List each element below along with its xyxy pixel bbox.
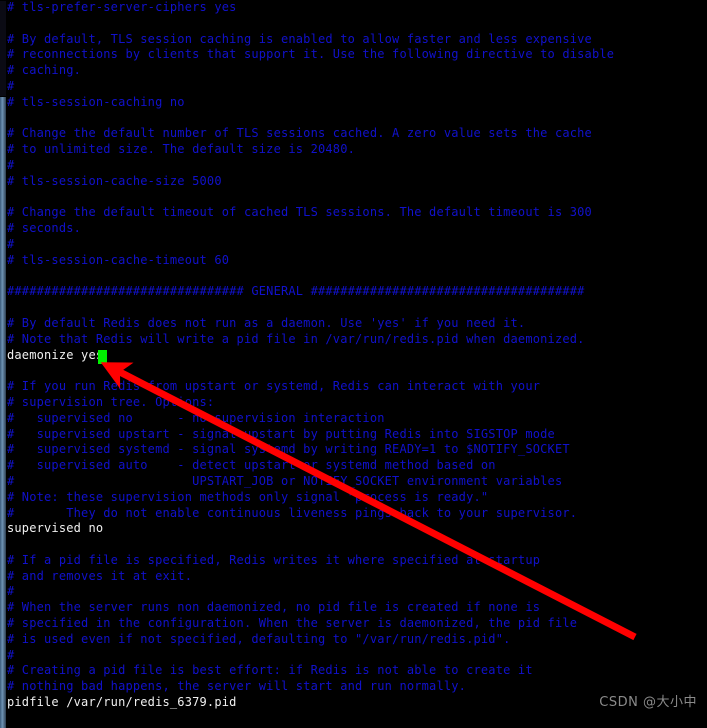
text-cursor bbox=[98, 349, 107, 364]
config-comment-line[interactable]: # They do not enable continuous liveness… bbox=[7, 506, 707, 522]
config-comment-line[interactable]: # tls-prefer-server-ciphers yes bbox=[7, 0, 707, 16]
config-file-text-area[interactable]: # tls-prefer-server-ciphers yes # By def… bbox=[7, 0, 707, 728]
vertical-scrollbar[interactable] bbox=[0, 0, 6, 728]
config-comment-line[interactable] bbox=[7, 363, 707, 379]
config-comment-line[interactable] bbox=[7, 269, 707, 285]
config-comment-line[interactable]: # bbox=[7, 648, 707, 664]
config-directive-line[interactable]: supervised no bbox=[7, 521, 707, 537]
config-comment-line[interactable]: # reconnections by clients that support … bbox=[7, 47, 707, 63]
config-comment-line[interactable] bbox=[7, 537, 707, 553]
config-comment-line[interactable] bbox=[7, 190, 707, 206]
config-comment-line[interactable]: # supervision tree. Options: bbox=[7, 395, 707, 411]
config-comment-line[interactable]: # tls-session-caching no bbox=[7, 95, 707, 111]
config-comment-line[interactable]: # bbox=[7, 79, 707, 95]
config-comment-line[interactable]: # Change the default number of TLS sessi… bbox=[7, 126, 707, 142]
scrollbar-thumb[interactable] bbox=[0, 0, 6, 97]
config-comment-line[interactable]: # If you run Redis from upstart or syste… bbox=[7, 379, 707, 395]
config-comment-line[interactable]: # supervised upstart - signal upstart by… bbox=[7, 427, 707, 443]
config-comment-line[interactable] bbox=[7, 300, 707, 316]
config-comment-line[interactable]: # By default, TLS session caching is ena… bbox=[7, 32, 707, 48]
config-comment-line[interactable]: # tls-session-cache-size 5000 bbox=[7, 174, 707, 190]
config-comment-line[interactable]: # bbox=[7, 237, 707, 253]
config-comment-line[interactable]: # Note: these supervision methods only s… bbox=[7, 490, 707, 506]
config-comment-line[interactable]: # bbox=[7, 584, 707, 600]
config-comment-line[interactable]: # Note that Redis will write a pid file … bbox=[7, 332, 707, 348]
config-directive-line[interactable]: daemonize yes bbox=[7, 348, 707, 364]
config-comment-line[interactable] bbox=[7, 111, 707, 127]
config-comment-line[interactable]: # to unlimited size. The default size is… bbox=[7, 142, 707, 158]
config-comment-line[interactable]: # seconds. bbox=[7, 221, 707, 237]
config-comment-line[interactable]: # bbox=[7, 158, 707, 174]
config-comment-line[interactable] bbox=[7, 16, 707, 32]
terminal-window: # tls-prefer-server-ciphers yes # By def… bbox=[0, 0, 707, 728]
config-comment-line[interactable]: # If a pid file is specified, Redis writ… bbox=[7, 553, 707, 569]
config-comment-line[interactable]: # supervised no - no supervision interac… bbox=[7, 411, 707, 427]
config-comment-line[interactable]: # specified in the configuration. When t… bbox=[7, 616, 707, 632]
config-comment-line[interactable]: # When the server runs non daemonized, n… bbox=[7, 600, 707, 616]
config-comment-line[interactable]: # supervised systemd - signal systemd by… bbox=[7, 442, 707, 458]
config-comment-line[interactable]: # supervised auto - detect upstart or sy… bbox=[7, 458, 707, 474]
config-comment-line[interactable]: # is used even if not specified, default… bbox=[7, 632, 707, 648]
config-comment-line[interactable]: # and removes it at exit. bbox=[7, 569, 707, 585]
config-comment-line[interactable]: # By default Redis does not run as a dae… bbox=[7, 316, 707, 332]
config-comment-line[interactable]: ################################ GENERAL… bbox=[7, 284, 707, 300]
config-comment-line[interactable]: # caching. bbox=[7, 63, 707, 79]
config-comment-line[interactable]: # UPSTART_JOB or NOTIFY_SOCKET environme… bbox=[7, 474, 707, 490]
config-comment-line[interactable]: # Change the default timeout of cached T… bbox=[7, 205, 707, 221]
csdn-watermark: CSDN @大小中 bbox=[599, 695, 697, 710]
config-comment-line[interactable]: # Creating a pid file is best effort: if… bbox=[7, 663, 707, 679]
config-comment-line[interactable]: # tls-session-cache-timeout 60 bbox=[7, 253, 707, 269]
